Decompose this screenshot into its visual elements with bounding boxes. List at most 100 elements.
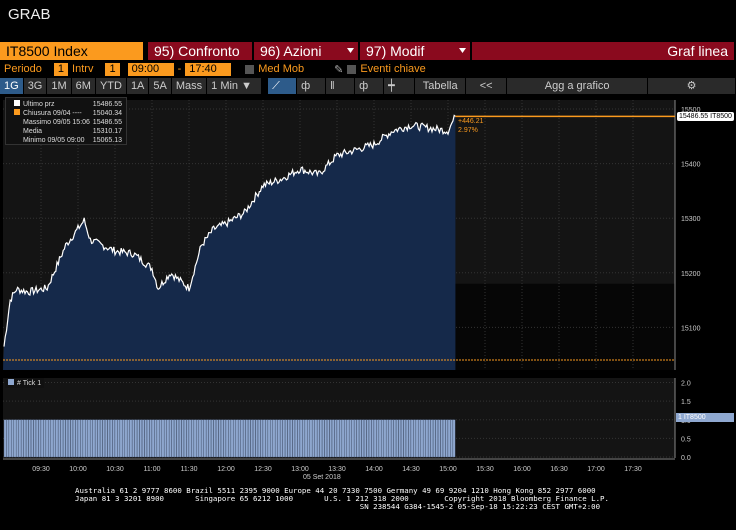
table-button[interactable]: Tabella: [415, 78, 466, 94]
window-title: GRAB: [8, 6, 51, 23]
tick-legend-label: # Tick 1: [17, 380, 42, 387]
collapse-button[interactable]: <<: [466, 78, 507, 94]
tick-bar: [435, 419, 439, 458]
tick-bar: [442, 419, 446, 458]
x-tick-label: 16:30: [550, 466, 568, 473]
range-max[interactable]: Mass: [171, 78, 207, 94]
tick-bar: [26, 419, 29, 458]
tick-bar: [317, 419, 320, 458]
tick-bar: [233, 419, 236, 458]
tick-bar: [45, 419, 49, 458]
legend-label: Ultimo prz: [23, 101, 55, 108]
range-1M[interactable]: 1M: [47, 78, 71, 94]
interval-input[interactable]: 1: [105, 62, 120, 76]
end-time-input[interactable]: 17:40: [185, 62, 232, 76]
candle-icon[interactable]: ф: [355, 78, 384, 94]
tick-bar: [383, 419, 387, 458]
tick-bar: [82, 419, 86, 458]
tick-bar: [267, 419, 271, 458]
tick-bar: [280, 419, 283, 458]
tick-bar: [11, 419, 14, 458]
tick-bar: [166, 419, 170, 458]
moving-avg-label: Med Mob: [258, 63, 305, 75]
tick-bar: [134, 419, 138, 458]
tick-bar: [35, 419, 39, 458]
interval-label: Intrv: [72, 63, 94, 75]
tick-bar: [85, 419, 88, 458]
tick-bar: [272, 419, 276, 458]
moving-avg-checkbox[interactable]: [245, 64, 255, 74]
tick-swatch: [8, 379, 14, 385]
tick-bar: [243, 419, 246, 458]
legend-value: 15486.55: [92, 119, 122, 126]
tick-bar: [437, 419, 441, 458]
pencil-icon[interactable]: ✎: [334, 63, 343, 76]
interval-select[interactable]: 1 Min ▼: [207, 78, 262, 94]
tick-bar: [225, 419, 229, 458]
tick-y-label: 2.0: [681, 381, 691, 388]
actions-button[interactable]: 96) Azioni: [254, 42, 358, 60]
tick-bar: [282, 419, 286, 458]
tick-bar: [297, 419, 300, 458]
tick-bar: [102, 419, 106, 458]
range-YTD[interactable]: YTD: [95, 78, 126, 94]
x-tick-label: 11:30: [181, 466, 198, 473]
x-tick-label: 17:00: [587, 466, 605, 473]
legend-label: Chiusura 09/04 ----: [23, 110, 82, 117]
chart-type-button[interactable]: Graf linea: [472, 42, 734, 60]
range-1A[interactable]: 1A: [126, 78, 149, 94]
tick-bar: [223, 419, 226, 458]
tick-bar: [341, 419, 345, 458]
tick-bar: [87, 419, 91, 458]
tick-bar: [114, 419, 118, 458]
range-1G[interactable]: 1G: [0, 78, 23, 94]
x-tick-label: 10:30: [106, 466, 124, 473]
tick-bar: [58, 419, 61, 458]
x-tick-label: 16:00: [513, 466, 531, 473]
tick-bar: [349, 419, 352, 458]
tick-bar: [228, 419, 231, 458]
bar-chart-icon[interactable]: ‖: [326, 78, 355, 94]
hlc-icon[interactable]: ┿: [384, 78, 415, 94]
range-6M[interactable]: 6M: [71, 78, 95, 94]
tick-bar: [169, 419, 172, 458]
change-abs: +446.21: [458, 118, 484, 125]
key-events-checkbox[interactable]: [347, 64, 357, 74]
legend-row: Minimo 09/05 09:00 15065.13: [14, 136, 122, 145]
period-label: Periodo: [4, 63, 42, 75]
add-to-chart-button[interactable]: Agg a grafico: [507, 78, 648, 94]
modify-button[interactable]: 97) Modif: [360, 42, 470, 60]
y-tick-label: 15200: [681, 271, 701, 278]
line-chart-icon[interactable]: ⟋: [268, 78, 297, 94]
tick-bar: [248, 419, 251, 458]
time-dash: -: [177, 63, 182, 75]
ticker-field[interactable]: IT8500 Index: [0, 42, 143, 60]
x-tick-label: 15:30: [476, 466, 494, 473]
range-3G[interactable]: 3G: [23, 78, 47, 94]
x-tick-label: 11:00: [144, 466, 161, 473]
compare-button[interactable]: 95) Confronto: [148, 42, 252, 60]
tick-bar: [312, 419, 315, 458]
period-input[interactable]: 1: [53, 62, 69, 76]
tick-bar: [309, 419, 313, 458]
tick-bar: [63, 419, 66, 458]
start-time-input[interactable]: 09:00: [127, 62, 174, 76]
x-tick-label: 14:30: [402, 466, 420, 473]
tick-y-label: 1.5: [681, 399, 691, 406]
tick-bar: [354, 419, 357, 458]
tick-bar: [410, 419, 414, 458]
tick-bar: [198, 419, 202, 458]
chart-area[interactable]: 09:30 10:00 10:30 11:00 11:30 12:00 12:30 13:00…: [0, 96, 736, 486]
tick-bar: [238, 419, 241, 458]
gear-icon[interactable]: ⚙: [648, 78, 735, 94]
tick-bar: [117, 419, 120, 458]
tick-bar: [336, 419, 340, 458]
tick-bar: [38, 419, 41, 458]
tick-bar: [33, 419, 36, 458]
x-tick-label: 12:00: [217, 466, 235, 473]
range-5A[interactable]: 5A: [149, 78, 171, 94]
tick-bar: [13, 419, 17, 458]
tick-bar: [183, 419, 187, 458]
ohlc-icon[interactable]: ф: [297, 78, 326, 94]
tick-bar: [21, 419, 24, 458]
